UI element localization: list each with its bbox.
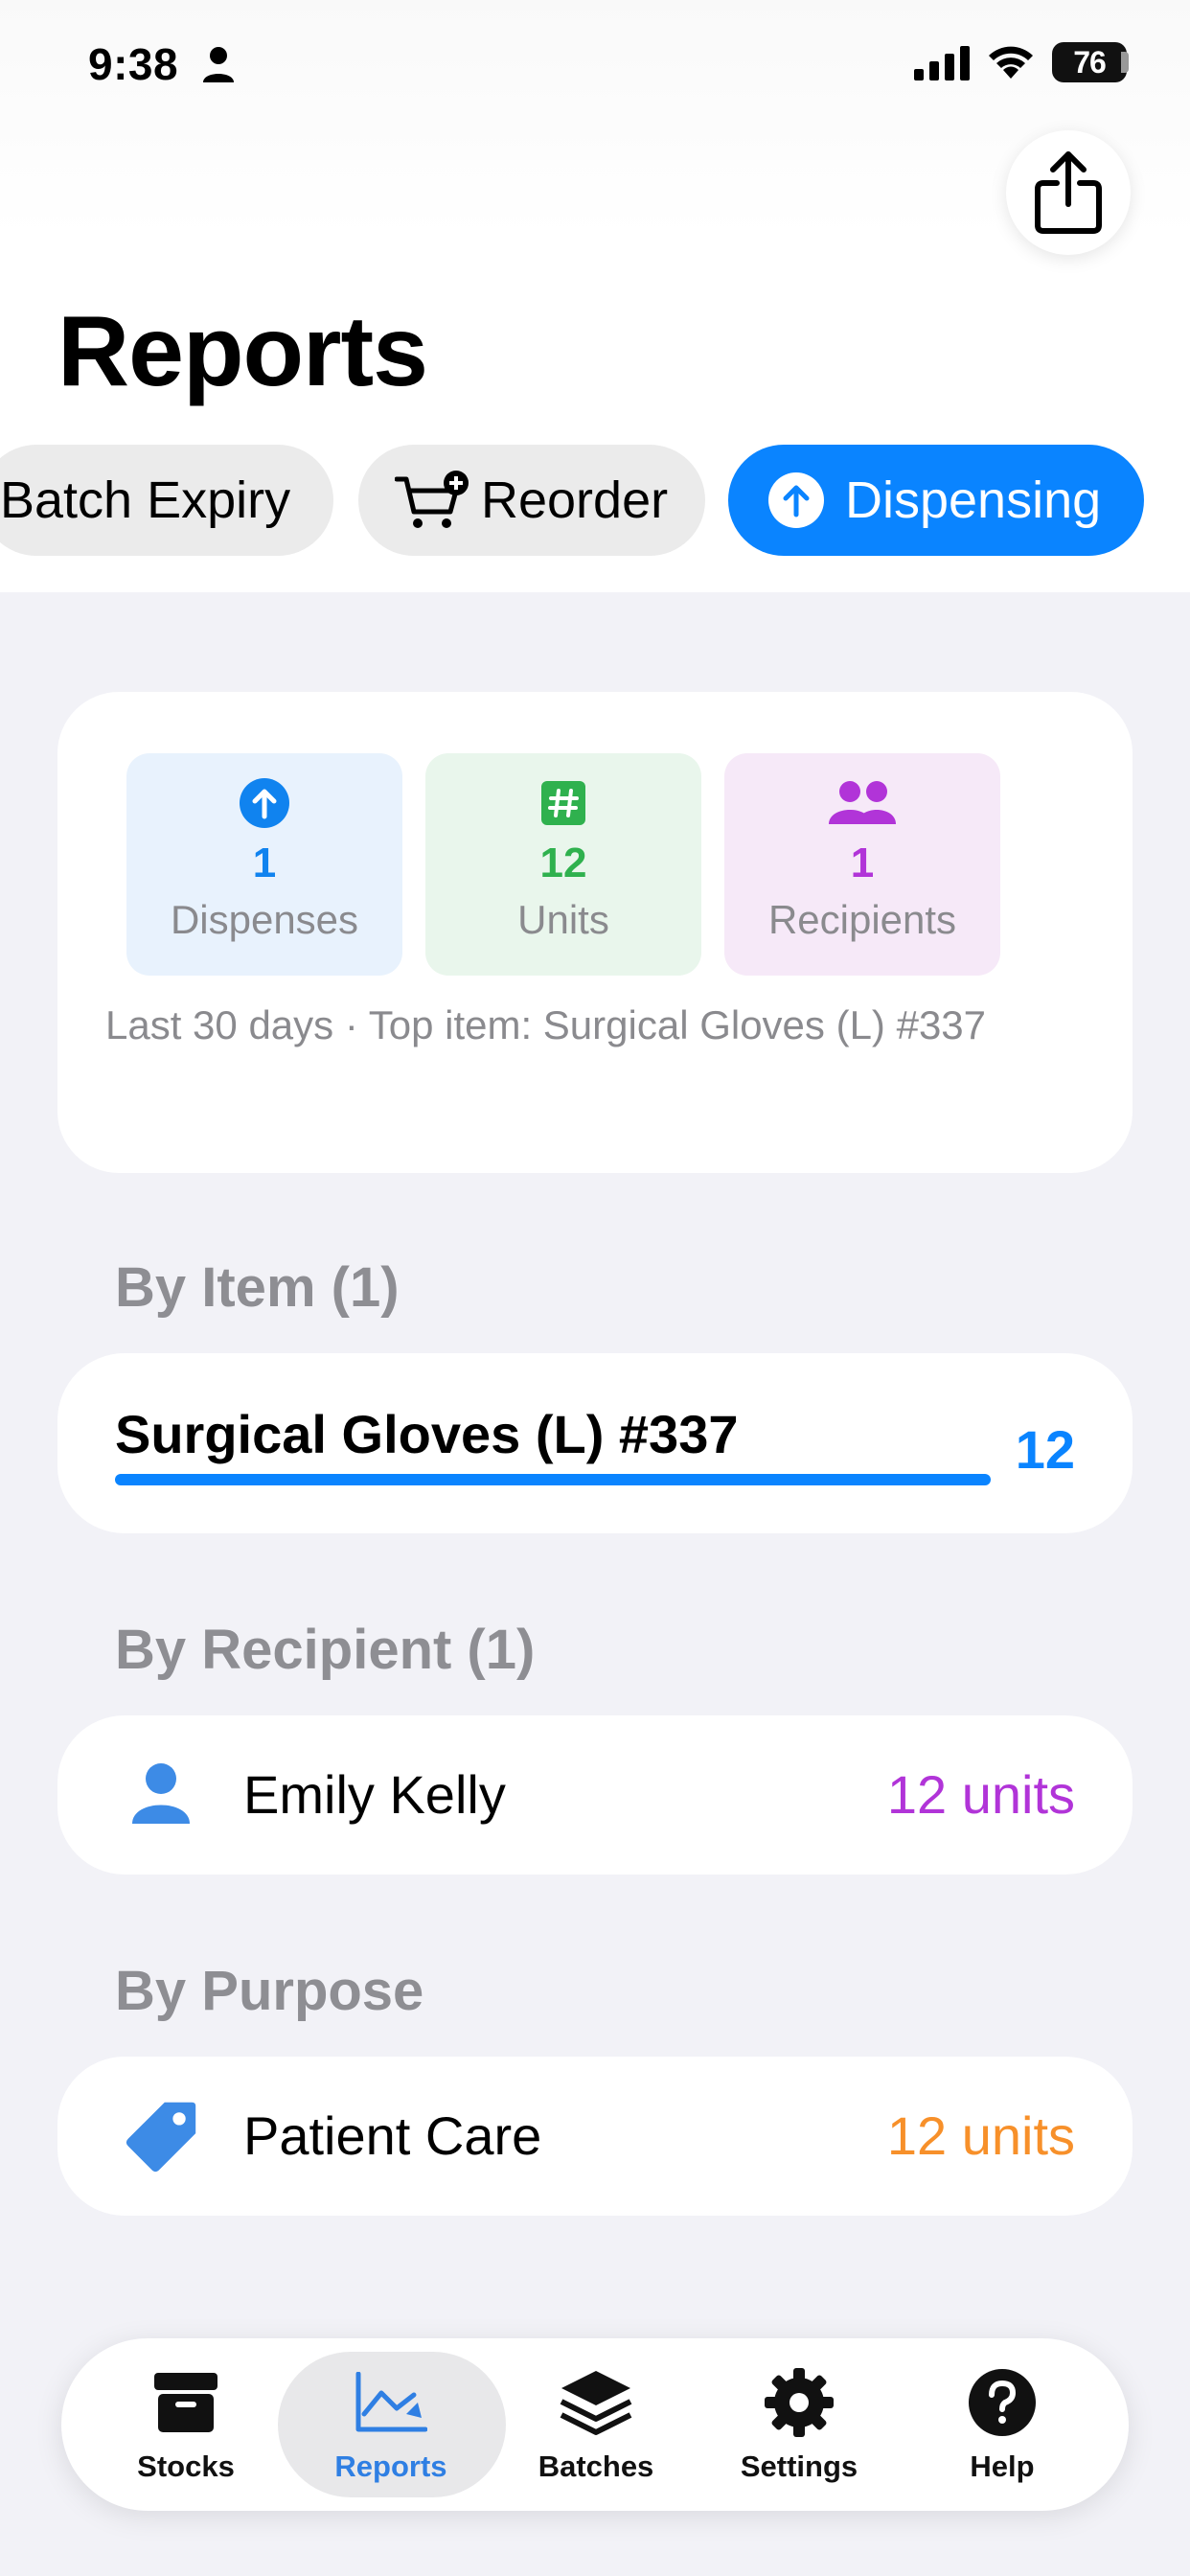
- tab-label: Help: [970, 2450, 1035, 2483]
- stat-units: 12 Units: [425, 753, 701, 976]
- chip-label: Reorder: [481, 472, 669, 529]
- tab-label: Stocks: [137, 2450, 235, 2483]
- cellular-signal-icon: [914, 46, 970, 80]
- tag-icon: [126, 2102, 196, 2173]
- stat-label: Units: [517, 897, 609, 942]
- stat-value: 1: [252, 840, 277, 886]
- filter-chip-batch-expiry[interactable]: Batch Expiry: [0, 445, 333, 556]
- page-title: Reports: [57, 296, 428, 407]
- section-header-by-item: By Item (1): [115, 1256, 400, 1319]
- stat-dispenses: 1 Dispenses: [126, 753, 402, 976]
- tab-label: Reports: [334, 2450, 447, 2483]
- person-status-icon: [203, 47, 234, 82]
- wifi-icon: [989, 46, 1033, 79]
- purpose-name: Patient Care: [243, 2105, 542, 2166]
- recipient-units: 12 units: [886, 1764, 1075, 1825]
- purpose-row[interactable]: Patient Care 12 units: [57, 2057, 1133, 2216]
- section-header-by-recipient: By Recipient (1): [115, 1619, 536, 1681]
- help-icon: [969, 2369, 1036, 2436]
- summary-note: Last 30 days · Top item: Surgical Gloves…: [105, 1002, 987, 1047]
- battery-indicator: 76: [1052, 42, 1127, 82]
- stat-label: Dispenses: [170, 897, 359, 942]
- battery-tip: [1121, 52, 1129, 73]
- tab-label: Settings: [740, 2450, 858, 2483]
- tab-label: Batches: [538, 2450, 654, 2483]
- stat-label: Recipients: [767, 897, 957, 942]
- chart-icon: [355, 2372, 427, 2432]
- item-quantity-bar: [115, 1474, 991, 1485]
- number-square-icon: [541, 781, 585, 825]
- tab-settings[interactable]: Settings: [713, 2367, 885, 2492]
- recipient-name: Emily Kelly: [243, 1764, 506, 1825]
- arrow-up-circle-icon: [768, 472, 824, 528]
- section-header-by-purpose: By Purpose: [115, 1960, 424, 2022]
- item-row[interactable]: Surgical Gloves (L) #337 12: [57, 1353, 1133, 1533]
- people-icon: [829, 781, 896, 824]
- purpose-units: 12 units: [886, 2105, 1075, 2166]
- arrow-up-circle-icon: [240, 778, 289, 828]
- layers-icon: [560, 2371, 632, 2435]
- tab-reports[interactable]: Reports: [305, 2367, 477, 2492]
- archivebox-icon: [154, 2373, 217, 2432]
- tab-stocks[interactable]: Stocks: [100, 2367, 272, 2492]
- share-button[interactable]: [1006, 130, 1131, 255]
- tab-batches[interactable]: Batches: [510, 2367, 682, 2492]
- item-name: Surgical Gloves (L) #337: [115, 1404, 739, 1464]
- filter-chip-reorder[interactable]: Reorder: [358, 445, 705, 556]
- status-bar: 9:38 76: [0, 0, 1190, 134]
- chip-label: Batch Expiry: [0, 472, 291, 529]
- item-count: 12: [1015, 1419, 1075, 1480]
- summary-card: 1 Dispenses 12 Units 1 Recipients: [57, 692, 1133, 1173]
- stat-value: 1: [850, 840, 875, 886]
- status-time: 9:38: [88, 39, 179, 89]
- gear-icon: [765, 2368, 834, 2437]
- recipient-row[interactable]: Emily Kelly 12 units: [57, 1715, 1133, 1874]
- filter-chip-dispensing[interactable]: Dispensing: [728, 445, 1144, 556]
- tab-help[interactable]: Help: [916, 2367, 1088, 2492]
- share-icon: [1035, 151, 1102, 234]
- cart-plus-icon: [395, 471, 469, 528]
- tab-bar: Stocks Reports Batches Settings Help: [61, 2338, 1129, 2511]
- person-icon: [132, 1763, 190, 1824]
- chip-label: Dispensing: [845, 472, 1102, 529]
- stat-value: 12: [539, 840, 587, 886]
- stat-recipients: 1 Recipients: [724, 753, 1000, 976]
